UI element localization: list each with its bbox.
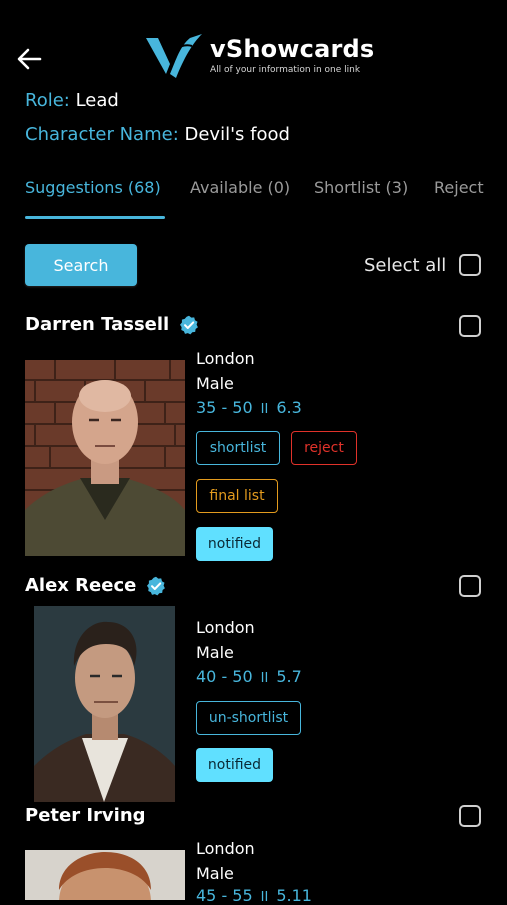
- candidate-age-range: 35 - 50: [196, 398, 253, 417]
- app-logo: vShowcards All of your information in on…: [144, 30, 374, 82]
- notified-badge[interactable]: notified: [196, 748, 273, 782]
- candidate-age-range: 45 - 55: [196, 886, 253, 905]
- candidate-location: London: [196, 839, 255, 858]
- select-all-label: Select all: [364, 255, 447, 276]
- reject-button[interactable]: reject: [291, 431, 357, 465]
- un-shortlist-button[interactable]: un-shortlist: [196, 701, 301, 735]
- search-button[interactable]: Search: [25, 244, 137, 286]
- stat-separator: II: [260, 402, 269, 417]
- tab-available[interactable]: Available (0): [190, 178, 290, 197]
- tab-shortlist[interactable]: Shortlist (3): [314, 178, 408, 197]
- shortlist-button[interactable]: shortlist: [196, 431, 280, 465]
- logo-tagline: All of your information in one link: [210, 65, 361, 75]
- candidate-stats: 35 - 50 II 6.3: [196, 398, 302, 417]
- tab-bar: Suggestions (68) Available (0) Shortlist…: [25, 178, 507, 222]
- candidate-checkbox[interactable]: [459, 315, 481, 337]
- tab-suggestions[interactable]: Suggestions (68): [25, 178, 161, 197]
- candidate-card-3: Peter Irving: [25, 805, 146, 826]
- logo-title: vShowcards: [210, 35, 375, 63]
- candidate-name[interactable]: Darren Tassell: [25, 314, 169, 335]
- final-list-button[interactable]: final list: [196, 479, 278, 513]
- candidate-checkbox[interactable]: [459, 805, 481, 827]
- candidate-age-range: 40 - 50: [196, 667, 253, 686]
- role-value: Lead: [75, 90, 119, 111]
- active-tab-indicator: [25, 216, 165, 219]
- candidate-name[interactable]: Alex Reece: [25, 575, 136, 596]
- candidate-location: London: [196, 618, 255, 637]
- candidate-checkbox[interactable]: [459, 575, 481, 597]
- notified-badge[interactable]: notified: [196, 527, 273, 561]
- character-value: Devil's food: [184, 124, 290, 145]
- candidate-name[interactable]: Peter Irving: [25, 805, 146, 826]
- candidate-stats: 45 - 55 II 5.11: [196, 886, 312, 905]
- candidate-card-1: Darren Tassell: [25, 314, 199, 335]
- vshowcards-logo-icon: [146, 34, 202, 78]
- back-arrow-icon[interactable]: [14, 44, 44, 74]
- candidate-stats: 40 - 50 II 5.7: [196, 667, 302, 686]
- tab-reject[interactable]: Reject: [434, 178, 484, 197]
- character-line: Character Name: Devil's food: [25, 124, 290, 145]
- candidate-height: 5.7: [276, 667, 302, 686]
- character-label: Character Name:: [25, 124, 179, 145]
- candidate-card-2: Alex Reece: [25, 575, 166, 596]
- role-label: Role:: [25, 90, 70, 111]
- select-all-checkbox[interactable]: [459, 254, 481, 276]
- candidate-photo[interactable]: [34, 606, 175, 802]
- candidate-height: 5.11: [276, 886, 312, 905]
- verified-badge-icon: [180, 315, 199, 334]
- verified-badge-icon: [147, 576, 166, 595]
- candidate-height: 6.3: [276, 398, 302, 417]
- candidate-gender: Male: [196, 643, 234, 662]
- role-line: Role: Lead: [25, 90, 119, 111]
- candidate-photo[interactable]: [25, 850, 185, 900]
- candidate-gender: Male: [196, 374, 234, 393]
- stat-separator: II: [260, 671, 269, 686]
- candidate-location: London: [196, 349, 255, 368]
- candidate-gender: Male: [196, 864, 234, 883]
- candidate-photo[interactable]: [25, 360, 185, 556]
- stat-separator: II: [260, 890, 269, 905]
